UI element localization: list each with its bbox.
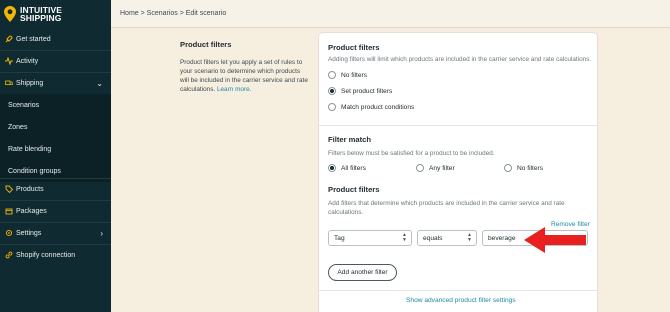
sidebar-item-shipping[interactable]: Shipping ⌄ <box>0 72 111 94</box>
divider <box>319 125 597 126</box>
filter-match-help: Filters below must be satisfied for a pr… <box>328 150 495 157</box>
activity-icon <box>2 57 16 65</box>
breadcrumb: Home > Scenarios > Edit scenario <box>111 0 670 28</box>
chevron-down-icon: ⌄ <box>96 78 103 88</box>
divider <box>319 290 597 291</box>
sidebar-item-rate-blending[interactable]: Rate blending <box>0 138 111 160</box>
sidebar-item-packages[interactable]: Packages <box>0 200 111 222</box>
sidebar-item-shopify-connection[interactable]: Shopify connection <box>0 244 111 266</box>
radio-no-filters-match[interactable]: No filters <box>504 164 543 172</box>
radio-no-filters[interactable]: No filters <box>328 71 367 79</box>
box-icon <box>2 207 16 215</box>
radio-any-filter[interactable]: Any filter <box>416 164 455 172</box>
settings-card: Product filters Adding filters will limi… <box>319 33 597 312</box>
link-icon <box>2 251 16 259</box>
select-arrows-icon: ▲ ▼ <box>467 232 472 243</box>
section-description: Product filters Product filters let you … <box>180 40 310 94</box>
product-filters-help: Adding filters will limit which products… <box>328 56 592 63</box>
sidebar-item-products[interactable]: Products <box>0 178 111 200</box>
product-filters-heading: Product filters <box>328 43 380 52</box>
filters-help: Add filters that determine which product… <box>328 200 565 216</box>
radio-set-product-filters[interactable]: Set product filters <box>328 87 392 95</box>
truck-icon <box>2 79 16 87</box>
add-another-filter-button[interactable]: Add another filter <box>328 264 397 281</box>
section-title: Product filters <box>180 40 232 49</box>
learn-more-link[interactable]: Learn more. <box>217 86 251 93</box>
radio-match-product-conditions[interactable]: Match product conditions <box>328 103 414 111</box>
filter-operator-select[interactable]: equals ▲ ▼ <box>417 230 477 246</box>
brand-logo[interactable]: INTUITIVE SHIPPING <box>0 0 111 28</box>
show-advanced-settings-link[interactable]: Show advanced product filter settings <box>406 297 516 304</box>
sidebar-item-get-started[interactable]: Get started <box>0 28 111 50</box>
brand-name: INTUITIVE SHIPPING <box>20 4 62 23</box>
gear-icon <box>2 229 16 237</box>
select-arrows-icon: ▲ ▼ <box>402 232 407 243</box>
tag-icon <box>2 185 16 193</box>
sidebar-item-activity[interactable]: Activity <box>0 50 111 72</box>
filter-field-select[interactable]: Tag ▲ ▼ <box>328 230 412 246</box>
location-pin-icon <box>4 6 16 22</box>
sidebar-item-zones[interactable]: Zones <box>0 116 111 138</box>
filters-heading: Product filters <box>328 185 380 194</box>
radio-all-filters[interactable]: All filters <box>328 164 366 172</box>
sidebar-item-settings[interactable]: Settings › <box>0 222 111 244</box>
sidebar-item-scenarios[interactable]: Scenarios <box>0 94 111 116</box>
section-help-text: Product filters let you apply a set of r… <box>180 59 308 93</box>
chevron-right-icon: › <box>100 228 103 238</box>
annotation-arrow-icon <box>524 227 586 253</box>
sidebar: INTUITIVE SHIPPING Get started Activity … <box>0 0 111 312</box>
rocket-icon <box>2 35 16 43</box>
filter-match-heading: Filter match <box>328 135 372 144</box>
